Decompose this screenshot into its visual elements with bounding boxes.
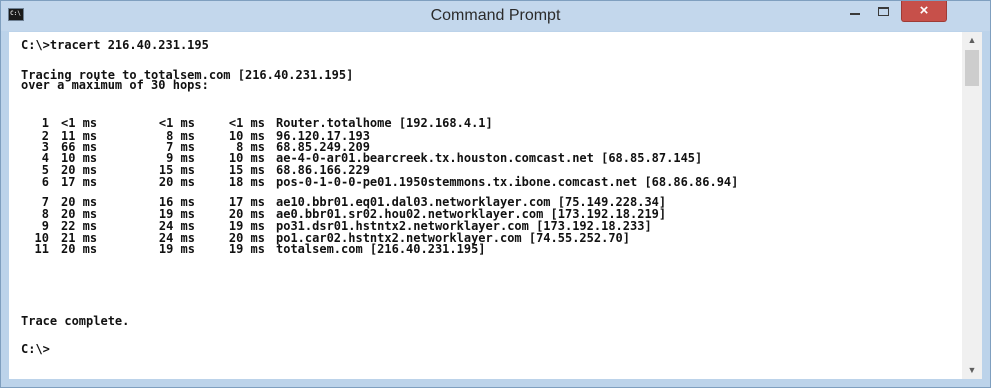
hop-number: 6 — [41, 175, 49, 189]
console-output[interactable]: C:\>tracert 216.40.231.195 Tracing route… — [9, 32, 962, 379]
command-line: C:\>tracert 216.40.231.195 — [21, 38, 209, 52]
hop-time-1: 20 ms — [61, 242, 98, 256]
command-prompt-window: C:\ Command Prompt × C:\>tracert 216.40.… — [0, 0, 991, 388]
hop-row: 11 20 ms 19 ms 19 ms totalsem.com [216.40.23… — [9, 242, 962, 256]
maximize-icon — [878, 7, 889, 16]
hop-row: 6 17 ms 20 ms 18 ms pos-0-1-0-0-pe01.1950ste… — [9, 175, 962, 189]
close-icon: × — [919, 2, 929, 19]
minimize-icon — [850, 13, 860, 15]
hop-host: totalsem.com [216.40.231.195] — [276, 242, 486, 256]
hop-time-1: 17 ms — [61, 175, 98, 189]
hop-time-3: 19 ms — [228, 242, 265, 256]
trace-complete-line: Trace complete. — [21, 314, 130, 328]
hop-time-2: <1 ms — [158, 116, 195, 130]
scroll-up-arrow-icon[interactable]: ▲ — [962, 32, 982, 49]
hop-host: pos-0-1-0-0-pe01.1950stemmons.tx.ibone.c… — [276, 175, 739, 189]
maximize-button[interactable] — [871, 1, 897, 22]
hop-number: 1 — [41, 116, 49, 130]
hop-row: 1 <1 ms <1 ms <1 ms Router.totalhome [192.16… — [9, 116, 962, 130]
hop-host: Router.totalhome [192.168.4.1] — [276, 116, 493, 130]
hop-time-3: <1 ms — [228, 116, 265, 130]
hop-time-1: <1 ms — [61, 116, 98, 130]
close-button[interactable]: × — [901, 1, 947, 22]
hop-time-2: 19 ms — [158, 242, 195, 256]
hop-number: 11 — [34, 242, 49, 256]
hop-time-3: 18 ms — [228, 175, 265, 189]
command-prompt-line: C:\> — [21, 342, 50, 356]
scroll-down-arrow-icon[interactable]: ▼ — [962, 362, 982, 379]
title-bar[interactable]: C:\ Command Prompt × — [1, 1, 990, 31]
max-hops-line: over a maximum of 30 hops: — [21, 78, 209, 92]
scrollbar-thumb[interactable] — [965, 50, 979, 86]
minimize-button[interactable] — [842, 1, 868, 22]
vertical-scrollbar[interactable]: ▲ ▼ — [962, 32, 982, 379]
hop-time-2: 20 ms — [158, 175, 195, 189]
